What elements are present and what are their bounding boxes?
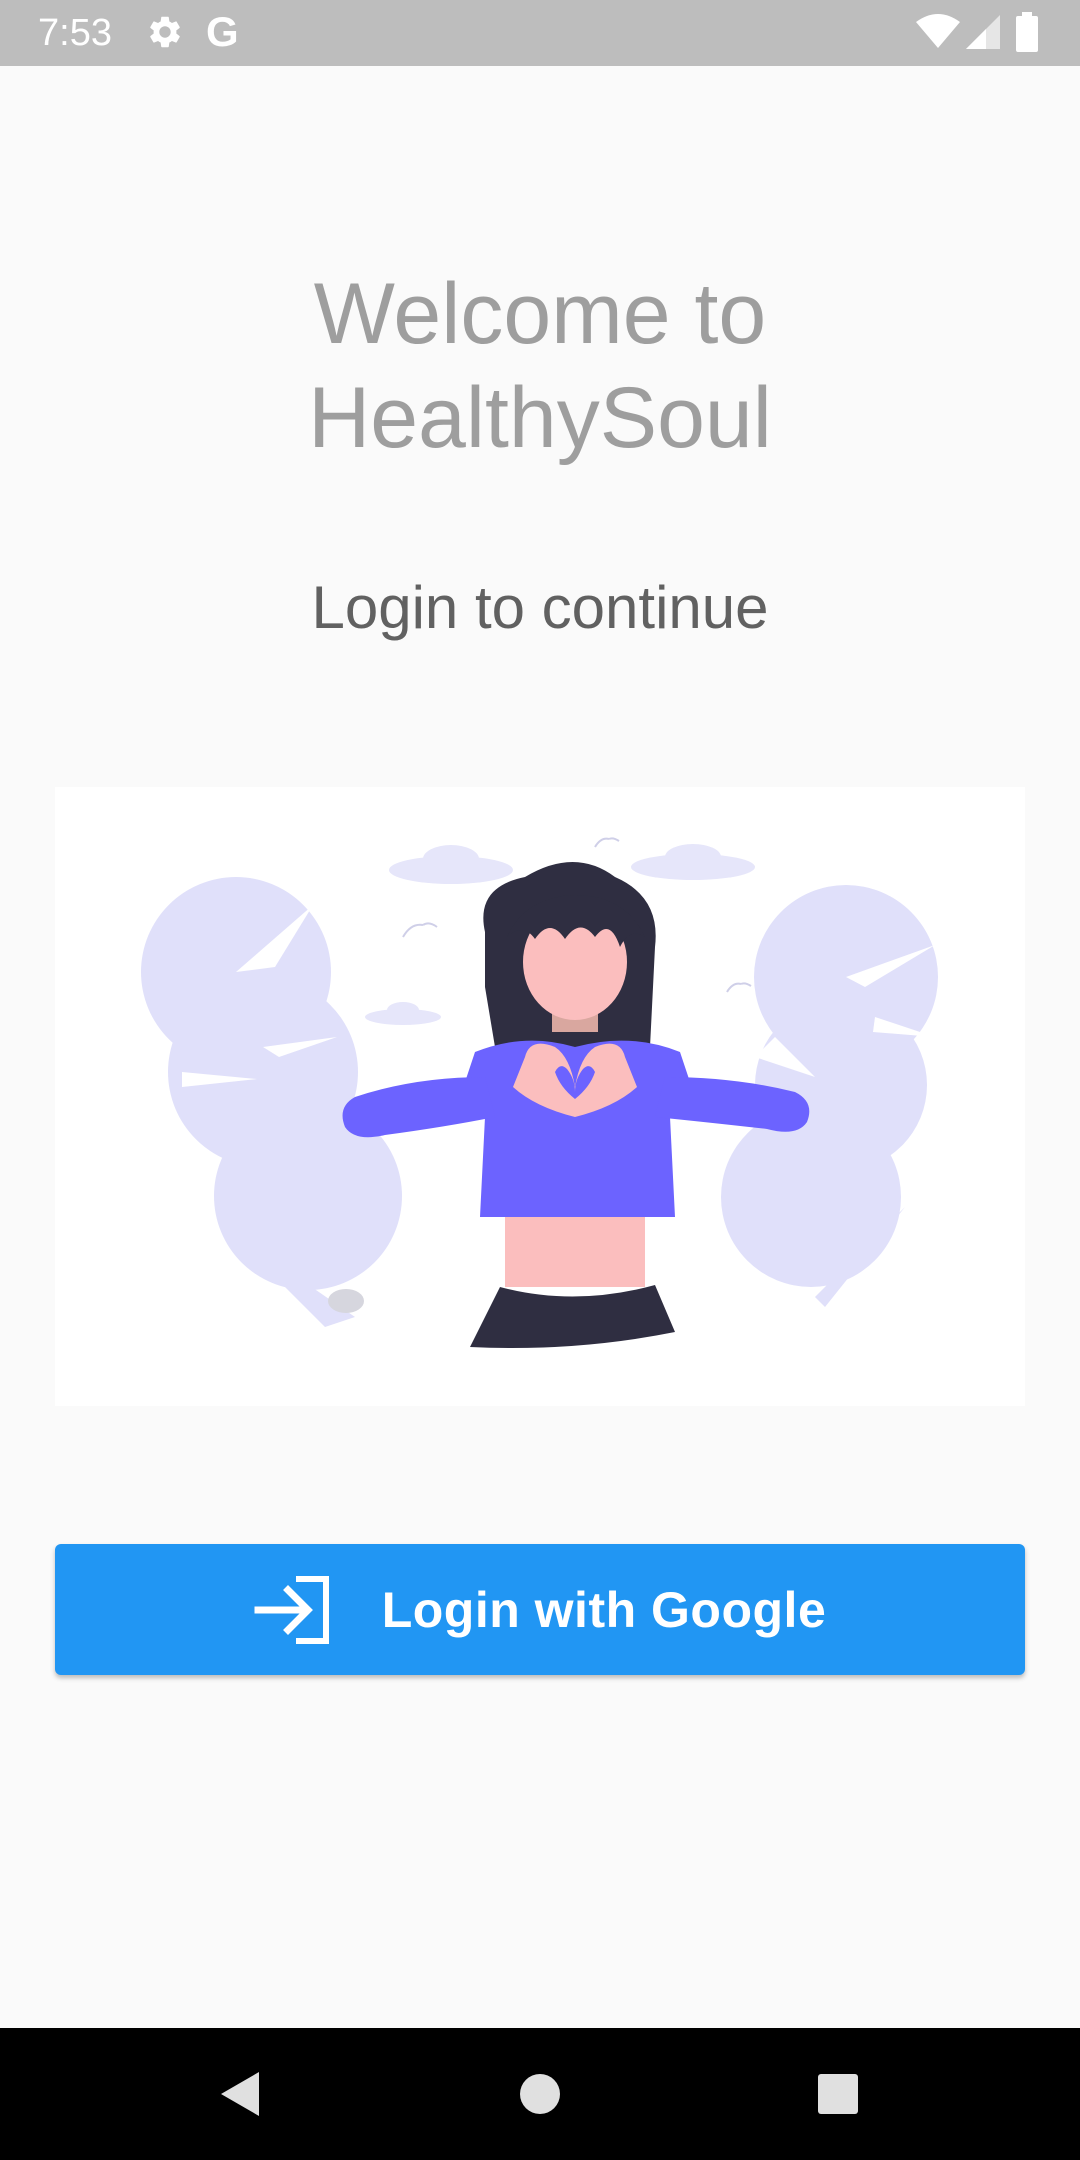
woman-heart-hands-illustration — [141, 837, 938, 1348]
google-icon: G — [206, 8, 239, 55]
welcome-line-1: Welcome to — [313, 266, 767, 362]
login-with-google-button[interactable]: Login with Google — [55, 1544, 1025, 1675]
home-button[interactable] — [480, 2028, 600, 2160]
back-button[interactable] — [180, 2028, 300, 2160]
recents-icon — [818, 2074, 858, 2114]
status-time: 7:53 — [38, 12, 112, 54]
app-name: HealthySoul — [308, 370, 772, 466]
recents-button[interactable] — [778, 2028, 898, 2160]
login-subtitle: Login to continue — [311, 574, 769, 641]
status-bar: 7:53 G — [0, 0, 1080, 66]
home-icon — [520, 2074, 560, 2114]
login-button-label: Login with Google — [381, 1581, 827, 1638]
login-icon — [254, 1575, 329, 1644]
navigation-bar — [0, 2028, 1080, 2160]
back-icon — [221, 2072, 259, 2116]
settings-icon — [150, 16, 180, 48]
welcome-title: Welcome to HealthySoul — [0, 262, 1080, 470]
illustration-card — [55, 787, 1025, 1406]
signal-icon — [966, 15, 1000, 49]
battery-icon — [1016, 12, 1038, 52]
wifi-icon — [916, 14, 960, 48]
